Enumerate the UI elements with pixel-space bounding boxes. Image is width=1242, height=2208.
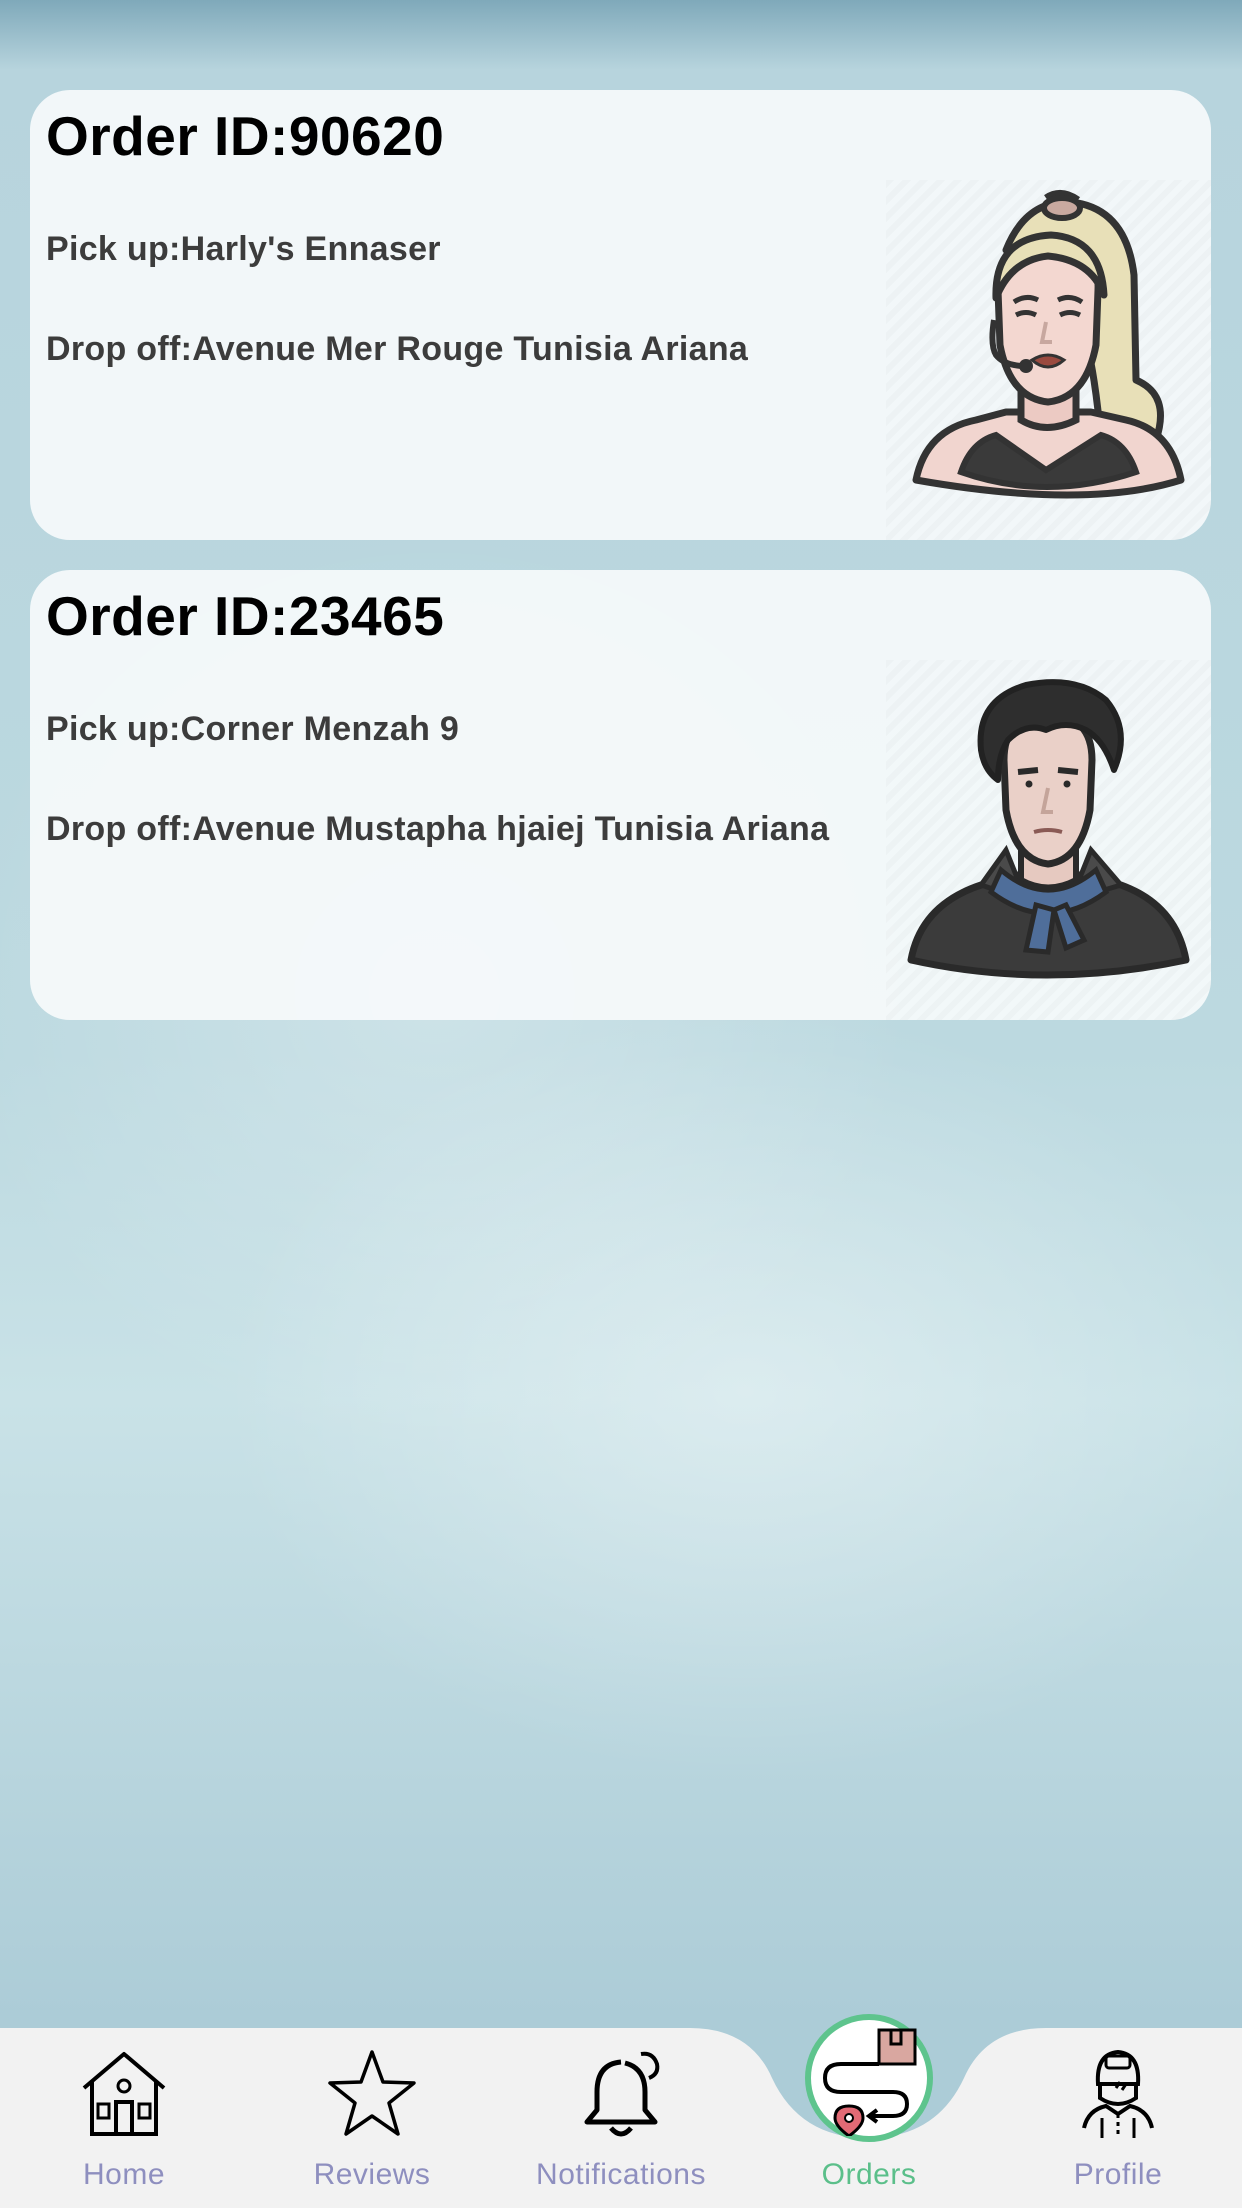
order-card[interactable]: Order ID:23465 Pick up:Corner Menzah 9 D… (30, 570, 1211, 1020)
tab-notifications-label: Notifications (536, 2158, 706, 2191)
customer-avatar (886, 180, 1211, 540)
order-id: Order ID:23465 (46, 585, 445, 647)
delivery-route-icon (822, 2028, 917, 2138)
star-icon (328, 2050, 416, 2136)
tab-orders-label: Orders (821, 2158, 917, 2191)
dropoff-address: Drop off:Avenue Mer Rouge Tunisia Ariana (46, 330, 749, 368)
tab-reviews[interactable]: Reviews (248, 2028, 496, 2208)
tab-notifications[interactable]: Notifications (497, 2028, 745, 2208)
tab-orders[interactable]: Orders (745, 2014, 993, 2208)
tab-home-label: Home (82, 2158, 166, 2191)
tab-profile[interactable]: Profile (994, 2028, 1242, 2208)
bell-icon (584, 2051, 660, 2137)
home-icon (82, 2052, 166, 2136)
order-card[interactable]: Order ID:90620 Pick up:Harly's Ennaser D… (30, 90, 1211, 540)
pickup-address: Pick up:Harly's Ennaser (46, 230, 441, 268)
blonde-woman-avatar-icon (912, 190, 1185, 499)
dropoff-address: Drop off:Avenue Mustapha hjaiej Tunisia … (46, 810, 830, 848)
tab-home[interactable]: Home (0, 2028, 248, 2208)
bottom-tab-bar: Home Reviews Notifications Orders Profil… (0, 2014, 1242, 2208)
courier-helmet-icon (1082, 2049, 1154, 2138)
dark-haired-man-avatar-icon (907, 679, 1190, 979)
orders-active-indicator (805, 2014, 933, 2142)
tab-reviews-label: Reviews (313, 2158, 431, 2191)
tab-profile-label: Profile (1073, 2158, 1163, 2191)
customer-avatar (886, 660, 1211, 1020)
pickup-address: Pick up:Corner Menzah 9 (46, 710, 460, 748)
order-id: Order ID:90620 (46, 105, 445, 167)
